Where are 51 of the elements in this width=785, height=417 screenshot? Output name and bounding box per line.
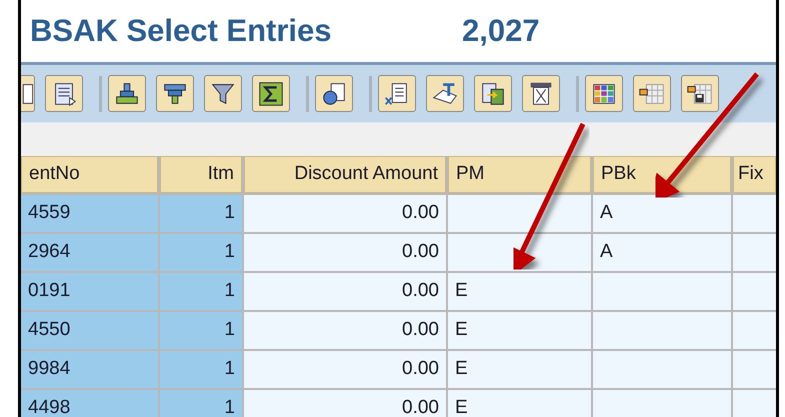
column-header[interactable]: Fix xyxy=(733,156,776,193)
table-cell: 0.00 xyxy=(244,390,446,417)
table-cell: E xyxy=(448,312,591,349)
toolbar-button[interactable] xyxy=(21,75,35,112)
table-cell: A xyxy=(593,234,731,271)
table-cell: 1 xyxy=(160,234,242,271)
toolbar-button[interactable] xyxy=(585,75,623,112)
toolbar-button[interactable] xyxy=(45,75,83,112)
toolbar-button[interactable] xyxy=(204,75,242,112)
table-cell: 0.00 xyxy=(244,273,446,310)
column-header[interactable]: PBk xyxy=(593,156,731,193)
table-cell: 1 xyxy=(160,195,242,232)
table-cell: 0.00 xyxy=(244,312,446,349)
table-cell: 0191 xyxy=(21,273,158,310)
table-cell: E xyxy=(448,273,591,310)
table-cell: E xyxy=(448,390,591,417)
table-cell: 0.00 xyxy=(244,351,446,388)
table-cell: 9984 xyxy=(21,351,158,388)
table-cell: A xyxy=(593,195,731,232)
column-header[interactable]: PM xyxy=(448,156,591,193)
table-cell: E xyxy=(448,351,591,388)
table-cell xyxy=(733,195,776,232)
table-cell: 0.00 xyxy=(244,234,446,271)
table-cell xyxy=(733,312,776,349)
entry-count: 2,027 xyxy=(462,12,540,50)
toolbar-button[interactable] xyxy=(681,75,719,112)
table-cell xyxy=(733,390,776,417)
table-cell: 4498 xyxy=(21,390,158,417)
column-header[interactable]: Discount Amount xyxy=(244,156,446,193)
table-cell: 1 xyxy=(160,390,242,417)
toolbar-button[interactable] xyxy=(108,75,146,112)
table-cell: 0.00 xyxy=(244,195,446,232)
table-cell: 1 xyxy=(160,351,242,388)
table-cell: 4550 xyxy=(21,312,158,349)
toolbar-button[interactable] xyxy=(522,75,560,112)
table-cell: 2964 xyxy=(21,234,158,271)
table-cell: 1 xyxy=(160,312,242,349)
table-cell xyxy=(733,351,776,388)
table-cell xyxy=(733,234,776,271)
table-cell: 1 xyxy=(160,273,242,310)
toolbar-button[interactable] xyxy=(474,75,512,112)
toolbar-button[interactable] xyxy=(426,75,464,112)
toolbar-button[interactable] xyxy=(378,75,416,112)
window-title: BSAK Select Entries xyxy=(30,12,332,50)
toolbar-button[interactable] xyxy=(156,75,194,112)
column-header[interactable]: Itm xyxy=(160,156,242,193)
column-header[interactable]: entNo xyxy=(21,156,158,193)
table-cell: 4559 xyxy=(21,195,158,232)
toolbar-button[interactable] xyxy=(315,75,353,112)
toolbar-button[interactable] xyxy=(252,75,290,112)
table-cell xyxy=(733,273,776,310)
